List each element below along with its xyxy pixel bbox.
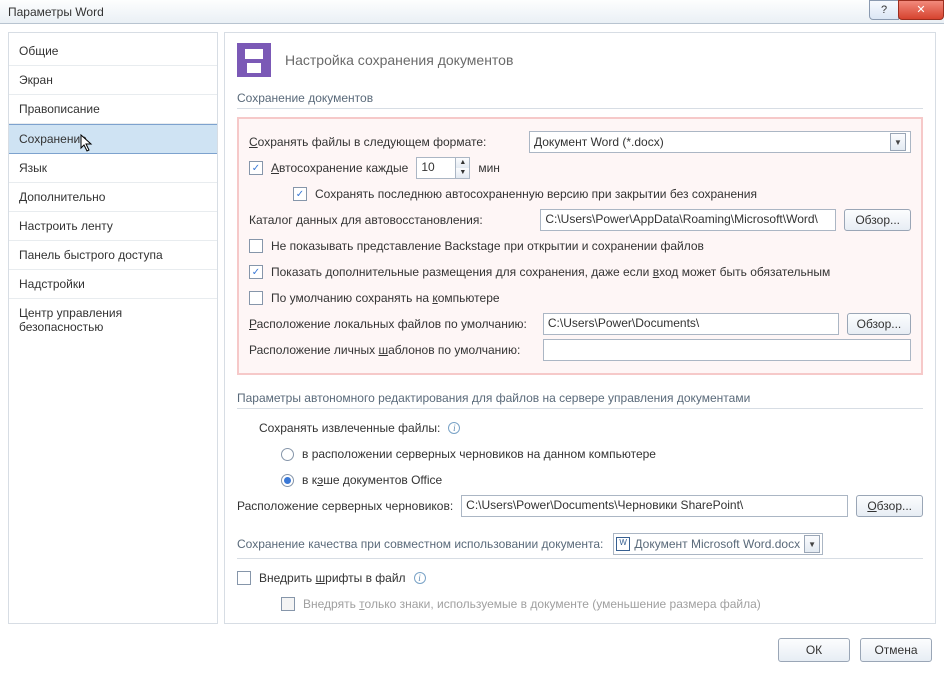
target-document-select[interactable]: Документ Microsoft Word.docx ▼ <box>613 533 823 555</box>
sidebar-item-proofing[interactable]: Правописание <box>9 95 217 124</box>
server-drafts-path-label: Расположение серверных черновиков: <box>237 499 453 513</box>
sidebar-item-display[interactable]: Экран <box>9 66 217 95</box>
dropdown-icon: ▼ <box>890 133 906 151</box>
word-doc-icon <box>616 537 630 551</box>
info-icon[interactable]: i <box>448 422 460 434</box>
save-disk-icon <box>237 43 271 77</box>
autosave-value: 10 <box>417 158 455 178</box>
dialog-footer: ОК Отмена <box>0 632 944 668</box>
radio-office-cache-label: в кэше документов Office <box>302 473 442 487</box>
autosave-unit: мин <box>478 161 500 175</box>
autorecover-path-input[interactable]: C:\Users\Power\AppData\Roaming\Microsoft… <box>540 209 836 231</box>
local-files-path-input[interactable]: C:\Users\Power\Documents\ <box>543 313 839 335</box>
show-extra-locations-checkbox[interactable] <box>249 265 263 279</box>
no-backstage-checkbox[interactable] <box>249 239 263 253</box>
titlebar: Параметры Word ? ✕ <box>0 0 944 24</box>
group-sharing-title: Сохранение качества при совместном испол… <box>237 537 603 551</box>
no-backstage-label: Не показывать представление Backstage пр… <box>271 239 704 253</box>
dropdown-icon: ▼ <box>804 535 820 553</box>
sidebar-item-label: Правописание <box>19 102 100 116</box>
sidebar-item-label: Дополнительно <box>19 190 105 204</box>
ok-button[interactable]: ОК <box>778 638 850 662</box>
default-save-pc-label: По умолчанию сохранять на компьютере <box>271 291 500 305</box>
default-save-pc-checkbox[interactable] <box>249 291 263 305</box>
help-button[interactable]: ? <box>869 0 899 20</box>
embed-only-used-label: Внедрять только знаки, используемые в до… <box>303 597 761 611</box>
radio-server-drafts-location[interactable] <box>281 448 294 461</box>
target-document-name: Документ Microsoft Word.docx <box>634 537 800 551</box>
radio-server-drafts-label: в расположении серверных черновиков на д… <box>302 447 656 461</box>
sidebar-item-ribbon[interactable]: Настроить ленту <box>9 212 217 241</box>
templates-path-input[interactable] <box>543 339 911 361</box>
server-drafts-path-input[interactable]: C:\Users\Power\Documents\Черновики Share… <box>461 495 848 517</box>
sidebar-item-trust-center[interactable]: Центр управления безопасностью <box>9 299 217 341</box>
highlighted-save-settings: Сохранять файлы в следующем формате: Док… <box>237 117 923 375</box>
sidebar-item-label: Язык <box>19 161 47 175</box>
autorecover-path-label: Каталог данных для автовосстановления: <box>249 213 483 227</box>
embed-fonts-label: Внедрить шрифты в файл <box>259 571 406 585</box>
browse-local-button[interactable]: Обзор... <box>847 313 911 335</box>
autosave-checkbox[interactable] <box>249 161 263 175</box>
keep-last-autosave-label: Сохранять последнюю автосохраненную верс… <box>315 187 757 201</box>
templates-path-label: Расположение личных шаблонов по умолчани… <box>249 343 520 357</box>
embed-only-used-checkbox <box>281 597 295 611</box>
autosave-label: Автосохранение каждые <box>271 161 408 175</box>
browse-drafts-button[interactable]: Обзор... <box>856 495 923 517</box>
extracted-files-label: Сохранять извлеченные файлы: <box>259 421 440 435</box>
close-button[interactable]: ✕ <box>898 0 944 20</box>
sidebar-item-general[interactable]: Общие <box>9 37 217 66</box>
skip-system-fonts-checkbox <box>281 623 295 624</box>
save-format-value: Документ Word (*.docx) <box>534 135 664 149</box>
info-icon[interactable]: i <box>414 572 426 584</box>
sidebar-item-label: Общие <box>19 44 58 58</box>
save-format-select[interactable]: Документ Word (*.docx) ▼ <box>529 131 911 153</box>
spinner-down-icon[interactable]: ▼ <box>456 168 469 178</box>
sidebar-item-label: Экран <box>19 73 53 87</box>
sidebar-item-qat[interactable]: Панель быстрого доступа <box>9 241 217 270</box>
sidebar-item-save[interactable]: Сохранение <box>9 124 217 154</box>
window-title: Параметры Word <box>8 5 104 19</box>
sidebar-item-label: Центр управления безопасностью <box>19 306 122 334</box>
group-sharing-header: Сохранение качества при совместном испол… <box>237 533 923 559</box>
keep-last-autosave-checkbox[interactable] <box>293 187 307 201</box>
browse-autorecover-button[interactable]: Обзор... <box>844 209 911 231</box>
page-title: Настройка сохранения документов <box>285 52 513 68</box>
local-files-path-label: Расположение локальных файлов по умолчан… <box>249 317 527 331</box>
spinner-up-icon[interactable]: ▲ <box>456 158 469 168</box>
embed-fonts-checkbox[interactable] <box>237 571 251 585</box>
sidebar-item-label: Сохранение <box>19 132 87 146</box>
sidebar-item-label: Панель быстрого доступа <box>19 248 163 262</box>
main-panel: Настройка сохранения документов Сохранен… <box>224 32 936 624</box>
sidebar-item-advanced[interactable]: Дополнительно <box>9 183 217 212</box>
sidebar-item-label: Настроить ленту <box>19 219 113 233</box>
sidebar-item-language[interactable]: Язык <box>9 154 217 183</box>
sidebar: Общие Экран Правописание Сохранение Язык… <box>8 32 218 624</box>
autosave-minutes-input[interactable]: 10 ▲▼ <box>416 157 470 179</box>
sidebar-item-label: Надстройки <box>19 277 85 291</box>
group-save-docs-header: Сохранение документов <box>237 91 923 109</box>
sidebar-item-addins[interactable]: Надстройки <box>9 270 217 299</box>
skip-system-fonts-label: Не внедрять обычные системные шрифты <box>303 623 541 624</box>
cancel-button[interactable]: Отмена <box>860 638 932 662</box>
group-offline-header: Параметры автономного редактирования для… <box>237 391 923 409</box>
window-buttons: ? ✕ <box>870 0 944 24</box>
save-format-label: Сохранять файлы в следующем формате: <box>249 135 486 149</box>
show-extra-locations-label: Показать дополнительные размещения для с… <box>271 265 830 279</box>
radio-office-cache[interactable] <box>281 474 294 487</box>
